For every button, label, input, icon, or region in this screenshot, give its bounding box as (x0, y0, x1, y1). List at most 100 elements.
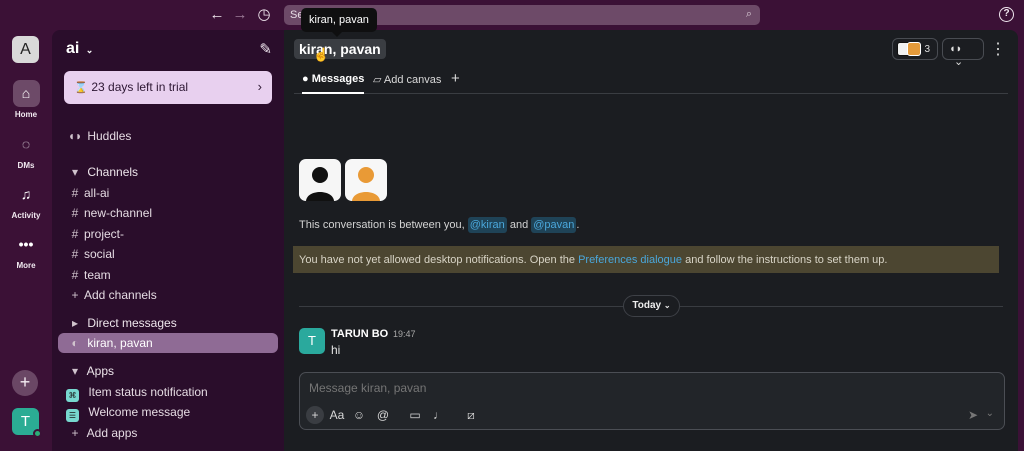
rail-home-label: Home (14, 110, 38, 119)
format-button[interactable]: Aa (328, 408, 346, 422)
add-apps-label: Add apps (86, 426, 138, 440)
forward-arrow-icon[interactable]: → (231, 6, 249, 24)
plus-icon[interactable]: + (306, 406, 324, 424)
rail-home[interactable]: ⌂ Home (0, 80, 52, 119)
hourglass-icon: ⌛ (74, 82, 88, 94)
help-icon[interactable]: ? (999, 7, 1014, 22)
shortcut-icon[interactable]: ⧄ (462, 408, 480, 423)
app-name: Item status notification (88, 385, 208, 399)
message-text: hi (331, 343, 341, 357)
emoji-icon[interactable]: ☺ (350, 408, 368, 422)
trial-banner[interactable]: ⌛ 23 days left in trial › (64, 71, 272, 104)
rail-more[interactable]: ••• More (0, 231, 52, 270)
today-jump-button[interactable]: Today ⌄ (623, 295, 680, 317)
conversation-tabs: ● Messages ▱ Add canvas + (294, 66, 1008, 94)
apps-header[interactable]: ▾ Apps (58, 361, 278, 381)
person-icon (352, 167, 380, 201)
app-item[interactable]: ☰ Welcome message (58, 402, 278, 422)
channel-item[interactable]: # social (58, 244, 278, 264)
add-channels-label: Add channels (84, 288, 157, 302)
rail-activity[interactable]: ♫ Activity (0, 181, 52, 220)
hash-icon: # (71, 268, 79, 282)
workspace-name: ai (66, 40, 80, 57)
huddles-item[interactable]: ◖◗ Huddles (58, 126, 278, 146)
user-avatar[interactable]: T (12, 408, 42, 438)
hash-icon: # (71, 186, 79, 200)
chevron-right-icon: › (257, 79, 262, 94)
rail-activity-label: Activity (11, 211, 41, 220)
status-app-icon: ⌘ (66, 389, 79, 402)
mention-kiran[interactable]: @kiran (467, 217, 507, 233)
intro-and: and (506, 219, 532, 231)
workspace-menu[interactable]: ai ⌄ (66, 40, 93, 58)
send-icon[interactable]: ➤ (968, 408, 978, 422)
dm-item-kiran-pavan[interactable]: ◐ kiran, pavan (58, 333, 278, 353)
welcome-app-icon: ☰ (66, 409, 79, 422)
message-avatar[interactable]: T (299, 328, 325, 354)
presence-dot (33, 429, 42, 438)
dm-header-label: Direct messages (87, 316, 177, 330)
tab-add-canvas[interactable]: ▱ Add canvas (373, 73, 441, 86)
history-icon[interactable]: ◷ (255, 6, 273, 24)
headphones-icon: ◖◗ (949, 43, 963, 55)
channel-item[interactable]: # team (58, 265, 278, 285)
add-tab-icon[interactable]: + (451, 70, 460, 87)
sidebar: ai ⌄ ✎ ⌛ 23 days left in trial › ◖◗ Hudd… (52, 30, 284, 451)
canvas-icon: ▱ (373, 74, 382, 86)
add-channels-button[interactable]: + Add channels (58, 285, 278, 305)
intro-prefix: This conversation is between you, (299, 219, 468, 231)
dm-icon: ◌ (21, 136, 31, 152)
message-author[interactable]: TARUN BO (331, 328, 388, 340)
trial-text: 23 days left in trial (91, 80, 189, 94)
channel-item[interactable]: # all-ai (58, 183, 278, 203)
video-icon[interactable]: ▭ (406, 408, 424, 422)
message-input[interactable] (309, 381, 959, 395)
members-button[interactable]: 3 (892, 38, 938, 60)
workspace-avatar[interactable]: A (12, 36, 39, 63)
conversation-intro: This conversation is between you, @kiran… (299, 217, 579, 233)
headphones-icon: ◖◗ (67, 129, 83, 143)
preferences-link[interactable]: Preferences dialogue (578, 254, 682, 266)
microphone-icon[interactable]: ♩ (430, 408, 448, 422)
notifications-notice: You have not yet allowed desktop notific… (293, 246, 999, 273)
tab-messages[interactable]: ● Messages (302, 73, 365, 94)
channels-header[interactable]: ▾ Channels (58, 162, 278, 182)
more-icon: ••• (18, 236, 34, 252)
channel-name: team (84, 268, 111, 282)
rail-dms[interactable]: ◌ DMs (0, 131, 52, 170)
channel-name: social (84, 247, 115, 261)
caret-down-icon: ▾ (71, 364, 79, 378)
direct-messages-header[interactable]: ▸ Direct messages (58, 313, 278, 333)
app-item[interactable]: ⌘ Item status notification (58, 382, 278, 402)
bell-icon: ♫ (20, 186, 32, 202)
hash-icon: # (71, 227, 79, 241)
today-label: Today (632, 300, 662, 311)
mention-icon[interactable]: @ (374, 408, 392, 422)
conversation-title[interactable]: kiran, pavan (294, 39, 386, 59)
channel-name: new-channel (84, 206, 153, 220)
channel-item[interactable]: # new-channel (58, 203, 278, 223)
channel-item[interactable]: # project- (58, 224, 278, 244)
plus-icon: + (71, 288, 79, 302)
chevron-down-icon: ⌄ (663, 301, 671, 310)
message-timestamp[interactable]: 19:47 (393, 329, 416, 339)
participant-avatar-kiran[interactable] (299, 159, 341, 201)
participant-avatar-pavan[interactable] (345, 159, 387, 201)
search-icon[interactable]: ⌕ (746, 8, 752, 21)
back-arrow-icon[interactable]: ← (208, 6, 226, 24)
compose-icon[interactable]: ✎ (259, 40, 272, 58)
add-apps-button[interactable]: + Add apps (58, 423, 278, 443)
caret-down-icon: ▾ (71, 165, 79, 179)
tooltip: kiran, pavan (301, 8, 377, 37)
plus-icon: + (71, 426, 79, 440)
member-count: 3 (924, 44, 930, 55)
hash-icon: # (71, 206, 79, 220)
conversation-pane: kiran, pavan ☝ 3 ◖◗ ⌄ ⋮ ● Messages ▱ Add… (284, 30, 1018, 451)
huddle-button[interactable]: ◖◗ ⌄ (942, 38, 984, 68)
mention-pavan[interactable]: @pavan (531, 217, 577, 233)
top-bar: ← → ◷ Se ⌕ ? (0, 0, 1024, 30)
chevron-down-icon[interactable]: ⌄ (986, 408, 994, 419)
kebab-menu-icon[interactable]: ⋮ (990, 39, 1006, 59)
dm-name: kiran, pavan (87, 336, 153, 350)
add-workspace-button[interactable]: + (12, 370, 38, 396)
